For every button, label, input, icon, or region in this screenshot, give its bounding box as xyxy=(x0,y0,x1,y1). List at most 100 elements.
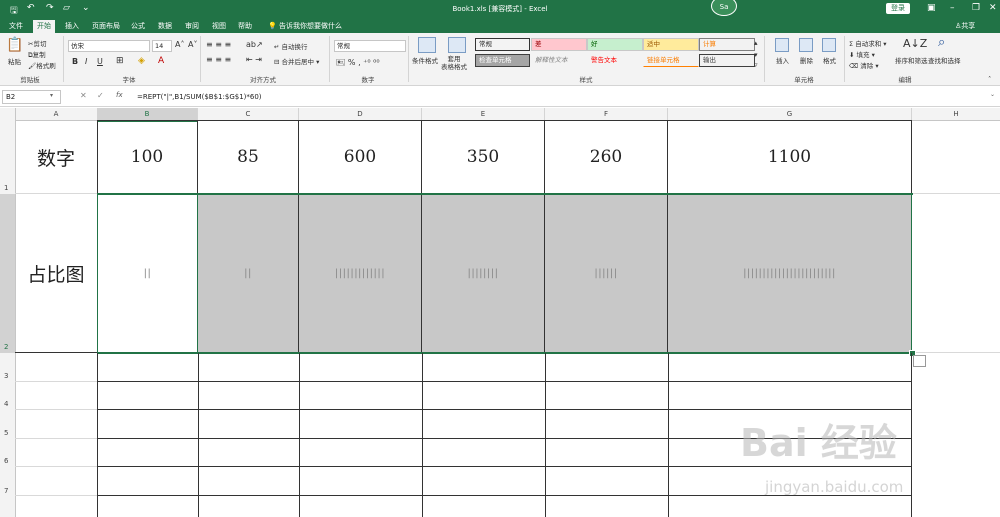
style-check-cell[interactable]: 检查单元格 xyxy=(475,54,530,67)
row-header-5[interactable]: 5 xyxy=(0,410,16,439)
sort-filter-button[interactable]: 排序和筛选 xyxy=(895,55,928,65)
tab-file[interactable]: 文件 xyxy=(5,20,27,33)
column-header-a[interactable]: A xyxy=(15,108,98,120)
column-header-e[interactable]: E xyxy=(422,108,545,120)
cell-g2[interactable]: |||||||||||||||||||||||| xyxy=(668,194,912,353)
cell-f2[interactable]: |||||| xyxy=(545,194,668,353)
ribbon-display-icon[interactable]: ▣ xyxy=(927,3,936,13)
align-top-icon[interactable]: ≡ ≡ ≡ xyxy=(206,40,231,49)
tell-me-search[interactable]: 💡 告诉我你想要做什么 xyxy=(268,20,342,33)
restore-icon[interactable]: ❐ xyxy=(972,3,980,13)
grow-font-icon[interactable]: A˄ xyxy=(175,40,184,49)
cancel-icon[interactable]: ✕ xyxy=(80,91,87,100)
currency-icon[interactable]: 🖭 % , ⁺⁰ ⁰⁰ xyxy=(336,57,380,71)
style-bad[interactable]: 差 xyxy=(531,38,587,51)
tab-view[interactable]: 视图 xyxy=(208,20,230,33)
cell-e1[interactable]: 350 xyxy=(422,120,545,194)
enter-icon[interactable]: ✓ xyxy=(97,91,104,100)
row-header-3[interactable]: 3 xyxy=(0,353,16,382)
styles-scroll-up-icon[interactable]: ▴ xyxy=(754,39,758,47)
delete-cells-icon[interactable] xyxy=(799,38,813,52)
format-cells-icon[interactable] xyxy=(822,38,836,52)
format-as-table-button[interactable]: 套用 表格格式 xyxy=(441,55,467,71)
tab-data[interactable]: 数据 xyxy=(154,20,176,33)
cut-button[interactable]: ✂剪切 xyxy=(28,38,46,48)
indent-icon[interactable]: ⇤ ⇥ xyxy=(246,55,262,64)
insert-cells-icon[interactable] xyxy=(775,38,789,52)
cell-d2[interactable]: ||||||||||||| xyxy=(299,194,422,353)
styles-scroll-down-icon[interactable]: ▾ xyxy=(754,51,758,59)
format-painter-button[interactable]: 🖌格式刷 xyxy=(28,60,56,70)
find-select-icon[interactable]: ⌕ xyxy=(938,35,945,50)
underline-button[interactable]: U xyxy=(97,57,103,66)
fill-button[interactable]: ⬇ 填充 ▾ xyxy=(849,49,875,59)
cell-g1[interactable]: 1100 xyxy=(668,120,912,194)
style-linked-cell[interactable]: 链接单元格 xyxy=(643,54,699,67)
cell-a2[interactable]: 占比图 xyxy=(15,194,98,353)
insert-cells-button[interactable]: 插入 xyxy=(776,55,789,65)
font-color-icon[interactable]: A xyxy=(158,56,164,66)
orientation-icon[interactable]: ab↗ xyxy=(246,40,263,49)
login-button[interactable]: 登录 xyxy=(886,3,910,14)
column-header-h[interactable]: H xyxy=(912,108,1000,120)
cell-f1[interactable]: 260 xyxy=(545,120,668,194)
clear-button[interactable]: ⌫ 清除 ▾ xyxy=(849,60,879,70)
tab-insert[interactable]: 插入 xyxy=(61,20,83,33)
tab-review[interactable]: 审阅 xyxy=(181,20,203,33)
column-header-f[interactable]: F xyxy=(545,108,668,120)
row-header-2[interactable]: 2 xyxy=(0,194,16,353)
collapse-ribbon-icon[interactable]: ˄ xyxy=(988,75,991,83)
cell-c2[interactable]: || xyxy=(198,194,299,353)
close-icon[interactable]: ✕ xyxy=(989,3,997,13)
style-warning[interactable]: 警告文本 xyxy=(587,54,643,67)
expand-formula-icon[interactable]: ⌄ xyxy=(990,91,995,98)
name-box-dropdown-icon[interactable]: ▾ xyxy=(50,92,53,99)
formula-input[interactable]: =REPT("|",B1/SUM($B$1:$G$1)*60) xyxy=(137,93,262,101)
cell-c1[interactable]: 85 xyxy=(198,120,299,194)
cell-a1[interactable]: 数字 xyxy=(15,120,98,194)
tab-page-layout[interactable]: 页面布局 xyxy=(88,20,124,33)
style-output[interactable]: 输出 xyxy=(699,54,755,67)
wrap-text-button[interactable]: ↵ 自动换行 xyxy=(274,41,308,51)
format-cells-button[interactable]: 格式 xyxy=(823,55,836,65)
styles-more-icon[interactable]: ▿ xyxy=(754,61,758,69)
delete-cells-button[interactable]: 删除 xyxy=(800,55,813,65)
copy-button[interactable]: ⧉复制 xyxy=(28,49,46,60)
quick-analysis-icon[interactable] xyxy=(913,355,926,367)
style-normal[interactable]: 常规 xyxy=(475,38,530,51)
cell-e2[interactable]: |||||||| xyxy=(422,194,545,353)
minimize-icon[interactable]: – xyxy=(950,3,955,13)
conditional-format-icon[interactable] xyxy=(418,37,436,53)
cell-b2-active[interactable]: || xyxy=(97,194,198,353)
insert-function-icon[interactable]: fx xyxy=(116,91,123,99)
column-header-d[interactable]: D xyxy=(299,108,422,120)
row-header-1[interactable]: 1 xyxy=(0,120,16,194)
italic-button[interactable]: I xyxy=(85,57,87,66)
border-icon[interactable]: ⊞ xyxy=(116,56,124,66)
style-explanatory[interactable]: 解释性文本 xyxy=(531,54,587,67)
cell-b1[interactable]: 100 xyxy=(97,120,198,194)
format-as-table-icon[interactable] xyxy=(448,37,466,53)
autosum-button[interactable]: Σ 自动求和 ▾ xyxy=(849,38,887,48)
tab-help[interactable]: 帮助 xyxy=(234,20,256,33)
font-name-select[interactable]: 仿宋 xyxy=(68,40,150,52)
paste-button[interactable]: 粘贴 xyxy=(8,56,21,66)
style-good[interactable]: 好 xyxy=(587,38,643,51)
row-header-6[interactable]: 6 xyxy=(0,439,16,467)
bold-button[interactable]: B xyxy=(72,57,78,66)
tab-home[interactable]: 开始 xyxy=(33,20,55,33)
shrink-font-icon[interactable]: A˅ xyxy=(188,40,197,49)
paste-icon[interactable]: 📋 xyxy=(6,37,24,57)
column-header-g[interactable]: G xyxy=(668,108,912,120)
merge-center-button[interactable]: ⊟ 合并后居中 ▾ xyxy=(274,56,319,66)
conditional-format-button[interactable]: 条件格式 xyxy=(412,55,438,65)
row-header-4[interactable]: 4 xyxy=(0,382,16,410)
row-header-7[interactable]: 7 xyxy=(0,467,16,517)
select-all-button[interactable] xyxy=(0,108,16,120)
share-button[interactable]: ♙共享 xyxy=(955,20,975,33)
font-size-select[interactable]: 14 xyxy=(152,40,172,52)
tab-formulas[interactable]: 公式 xyxy=(127,20,149,33)
style-neutral[interactable]: 适中 xyxy=(643,38,699,51)
fill-color-icon[interactable]: ◈ xyxy=(138,56,145,66)
cell-d1[interactable]: 600 xyxy=(299,120,422,194)
